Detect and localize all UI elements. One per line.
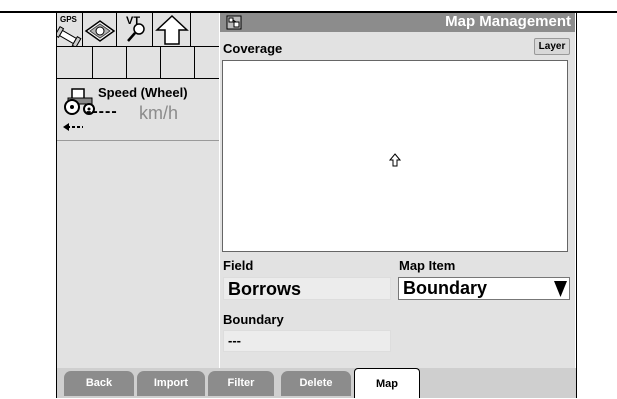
- book-button[interactable]: [83, 13, 117, 47]
- gps-icon: GPS: [54, 15, 82, 49]
- field-label: Field: [223, 258, 254, 273]
- layer-button[interactable]: Layer: [534, 38, 570, 55]
- filter-tab[interactable]: Filter: [208, 371, 274, 396]
- icon-grid: GPS VT: [54, 13, 219, 79]
- map-item-value: Boundary: [403, 278, 488, 298]
- icon-slot-empty[interactable]: [57, 47, 93, 79]
- icon-slot-empty[interactable]: [161, 47, 195, 79]
- icon-slot-empty[interactable]: [191, 13, 219, 47]
- icon-slot-empty[interactable]: [195, 47, 219, 79]
- vt-button[interactable]: VT: [117, 13, 153, 47]
- boundary-value[interactable]: ---: [223, 330, 391, 352]
- right-frame-line: [576, 12, 577, 398]
- vt-search-icon: VT: [126, 15, 145, 42]
- speed-widget[interactable]: Speed (Wheel) ----- km/h: [57, 79, 219, 141]
- up-button[interactable]: [153, 13, 191, 47]
- icon-slot-empty[interactable]: [127, 47, 161, 79]
- icon-slot-empty[interactable]: [93, 47, 127, 79]
- back-tab[interactable]: Back: [64, 371, 134, 396]
- dropdown-arrow-icon: [554, 281, 567, 297]
- boundary-label: Boundary: [223, 312, 284, 327]
- field-value[interactable]: Borrows: [223, 277, 391, 300]
- svg-text:GPS: GPS: [60, 15, 78, 24]
- up-arrow-icon: [155, 14, 189, 45]
- tab-bar: Back Import Filter Delete Map: [57, 368, 576, 398]
- coverage-label: Coverage: [223, 41, 283, 56]
- book-icon: [84, 20, 116, 42]
- speed-value: -----: [86, 103, 118, 120]
- delete-tab[interactable]: Delete: [281, 371, 351, 396]
- map-management-icon: [226, 15, 242, 30]
- main-panel: Map Management Coverage Layer Field Borr…: [220, 13, 575, 368]
- map-area[interactable]: [222, 60, 568, 252]
- reverse-arrow-icon: [63, 123, 83, 131]
- speed-unit: km/h: [139, 103, 179, 123]
- page-title: Map Management: [445, 13, 571, 30]
- gps-button[interactable]: GPS: [54, 13, 83, 49]
- map-tab[interactable]: Map: [354, 368, 420, 398]
- header-bar: Map Management: [220, 13, 575, 32]
- position-arrow-icon: [389, 153, 401, 167]
- map-item-label: Map Item: [399, 258, 456, 273]
- left-panel: GPS VT Speed (Wheel) ----- km/h: [54, 13, 219, 368]
- speed-label: Speed (Wheel): [98, 85, 188, 100]
- import-tab[interactable]: Import: [137, 371, 205, 396]
- map-item-select[interactable]: Boundary: [398, 277, 570, 300]
